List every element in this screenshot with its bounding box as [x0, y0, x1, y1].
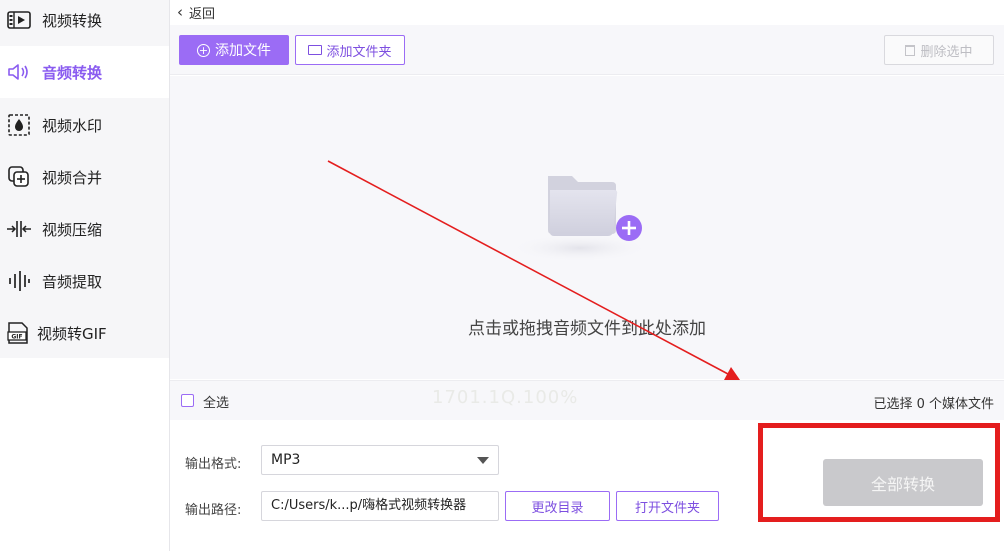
- drop-hint-text: 点击或拖拽音频文件到此处添加: [468, 319, 706, 339]
- sidebar-item-audio-convert[interactable]: 音频转换: [0, 46, 169, 98]
- film-convert-icon: [6, 7, 32, 33]
- sidebar-item-video-watermark[interactable]: 视频水印: [0, 99, 169, 151]
- folder-add-illustration-icon: [510, 166, 660, 266]
- sidebar-item-label: 视频合并: [42, 168, 103, 187]
- app-window: 视频转换 音频转换 视频水印 视频合并 视频压缩 音频提取 GIF 视频转GIF…: [0, 0, 1004, 551]
- sidebar-item-label: 视频压缩: [42, 220, 103, 239]
- add-file-label: 添加文件: [215, 43, 271, 59]
- output-format-select[interactable]: MP3: [261, 445, 499, 475]
- select-all-label[interactable]: 全选: [203, 392, 229, 411]
- sidebar-nav: 视频转换 音频转换 视频水印 视频合并 视频压缩 音频提取 GIF 视频转GIF: [0, 0, 169, 358]
- output-format-label: 输出格式:: [185, 457, 242, 472]
- output-path-label: 输出路径:: [185, 503, 242, 518]
- merge-plus-icon: [6, 164, 32, 190]
- add-folder-button[interactable]: 添加文件夹: [295, 35, 405, 65]
- chevron-left-icon: ‹: [177, 2, 183, 21]
- plus-circle-icon: +: [197, 43, 210, 57]
- sidebar-item-video-to-gif[interactable]: GIF 视频转GIF: [0, 307, 169, 359]
- compress-icon: [6, 216, 32, 242]
- back-label: 返回: [189, 6, 216, 22]
- selection-bar: 全选 1701.1Q.100% 已选择 0 个媒体文件: [170, 380, 1004, 420]
- watermark-text: 1701.1Q.100%: [432, 387, 579, 408]
- add-folder-label: 添加文件夹: [326, 44, 392, 60]
- back-button[interactable]: ‹ 返回: [177, 2, 215, 22]
- speaker-icon: [6, 59, 32, 85]
- folder-icon: [308, 45, 323, 55]
- add-file-button[interactable]: + 添加文件: [179, 35, 289, 65]
- sidebar-item-label: 音频转换: [42, 63, 103, 82]
- sidebar-item-video-merge[interactable]: 视频合并: [0, 151, 169, 203]
- output-format-value: MP3: [271, 452, 301, 468]
- sidebar-item-label: 音频提取: [42, 272, 103, 291]
- caret-down-icon: [477, 457, 489, 464]
- toolbar: + 添加文件 添加文件夹 删除选中: [170, 25, 1004, 75]
- sidebar: 视频转换 音频转换 视频水印 视频合并 视频压缩 音频提取 GIF 视频转GIF: [0, 0, 169, 551]
- sidebar-item-video-convert[interactable]: 视频转换: [0, 0, 169, 46]
- delete-selected-button[interactable]: 删除选中: [884, 35, 994, 65]
- output-path-field[interactable]: C:/Users/k...p/嗨格式视频转换器: [261, 491, 499, 521]
- trash-icon: [905, 44, 916, 56]
- audio-wave-icon: [6, 268, 32, 294]
- file-drop-zone[interactable]: 点击或拖拽音频文件到此处添加: [170, 76, 1004, 379]
- annotation-highlight-box: [758, 423, 1000, 522]
- selected-count-text: 已选择 0 个媒体文件: [873, 397, 994, 412]
- sidebar-item-label: 视频转GIF: [37, 324, 107, 343]
- watermark-drop-icon: [6, 112, 32, 138]
- open-folder-button[interactable]: 打开文件夹: [616, 491, 719, 521]
- svg-text:GIF: GIF: [11, 334, 22, 341]
- delete-selected-label: 删除选中: [920, 44, 973, 60]
- change-directory-button[interactable]: 更改目录: [505, 491, 610, 521]
- sidebar-item-label: 视频转换: [42, 11, 103, 30]
- select-all-checkbox[interactable]: [181, 394, 194, 407]
- sidebar-item-audio-extract[interactable]: 音频提取: [0, 255, 169, 307]
- sidebar-item-label: 视频水印: [42, 116, 103, 135]
- gif-icon: GIF: [5, 320, 31, 346]
- sidebar-item-video-compress[interactable]: 视频压缩: [0, 203, 169, 255]
